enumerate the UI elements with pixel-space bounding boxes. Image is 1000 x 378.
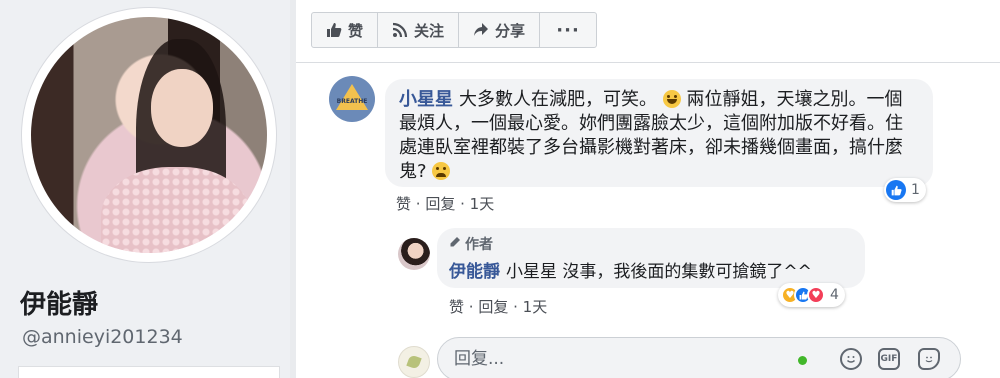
like-button[interactable]: 赞 xyxy=(312,13,379,47)
comment-author[interactable]: 小星星 xyxy=(399,89,453,110)
more-options-button[interactable]: ··· xyxy=(540,13,596,47)
gif-icon[interactable]: GIF xyxy=(878,348,900,370)
reply-bubble: 作者 伊能靜 小星星 沒事，我後面的集數可搶鏡了^^ xyxy=(437,228,865,288)
author-badge-label: 作者 xyxy=(465,237,493,253)
reply-content: 伊能靜 小星星 沒事，我後面的集數可搶鏡了^^ xyxy=(449,257,853,282)
profile-photo[interactable] xyxy=(31,17,267,253)
share-button-label: 分享 xyxy=(495,21,526,40)
comment-meta: 赞 · 回复 · 1天 xyxy=(396,195,495,213)
page-action-bar: 赞 关注 分享 ··· xyxy=(311,12,598,48)
comment-reply-link[interactable]: 回复 xyxy=(425,195,455,213)
reply-author-avatar[interactable] xyxy=(398,238,430,270)
comment-timestamp[interactable]: 1天 xyxy=(470,195,495,213)
profile-handle: @annieyi201234 xyxy=(22,326,183,348)
profile-name: 伊能靜 xyxy=(20,290,99,320)
profile-menu-box xyxy=(18,366,280,378)
comment-text-part1: 大多數人在減肥，可笑。 xyxy=(459,89,657,110)
reply-input[interactable] xyxy=(454,346,754,372)
reply-author[interactable]: 伊能靜 xyxy=(449,262,500,282)
pencil-icon xyxy=(449,236,461,252)
commenter-avatar[interactable]: BREATHE xyxy=(329,76,375,122)
share-arrow-icon xyxy=(473,22,489,38)
rss-icon xyxy=(392,22,408,38)
comment-reaction-count: 1 xyxy=(911,182,920,198)
like-button-label: 赞 xyxy=(348,21,364,40)
reply-like-link[interactable]: 赞 xyxy=(449,298,464,316)
thumbs-up-icon xyxy=(326,22,342,38)
like-reaction-icon xyxy=(886,180,906,200)
reply-text: 小星星 沒事，我後面的集數可搶鏡了^^ xyxy=(506,262,812,282)
page: 伊能靜 @annieyi201234 赞 关注 分享 ··· BREATHE 小… xyxy=(0,0,1000,378)
share-button[interactable]: 分享 xyxy=(459,13,541,47)
reply-timestamp[interactable]: 1天 xyxy=(523,298,548,316)
reply-reaction-count: 4 xyxy=(830,287,839,303)
avatar-logo-text: BREATHE xyxy=(336,98,368,105)
profile-column: 伊能靜 @annieyi201234 xyxy=(0,0,290,378)
follow-button[interactable]: 关注 xyxy=(378,13,460,47)
reply-reply-link[interactable]: 回复 xyxy=(478,298,508,316)
grinning-emoji-icon xyxy=(662,90,681,108)
reply-meta: 赞 · 回复 · 1天 xyxy=(449,298,548,316)
comment-reactions[interactable]: 1 xyxy=(884,178,926,202)
reply-input-box: GIF xyxy=(437,337,961,378)
comment-bubble: 小星星 大多數人在減肥，可笑。 兩位靜姐，天壤之別。一個最煩人，一個最心愛。妳們團… xyxy=(385,79,933,187)
follow-button-label: 关注 xyxy=(414,21,445,40)
emoji-picker-icon[interactable] xyxy=(840,348,862,370)
reply-reactions[interactable]: ♥ ♥ 4 xyxy=(778,283,845,307)
current-user-avatar xyxy=(398,346,430,378)
sticker-icon[interactable] xyxy=(918,348,940,370)
author-badge: 作者 xyxy=(449,234,853,254)
divider xyxy=(296,62,1000,63)
online-status-icon xyxy=(798,356,807,365)
love-reaction-icon: ♥ xyxy=(807,286,825,304)
frowning-emoji-icon xyxy=(432,162,451,180)
comment-like-link[interactable]: 赞 xyxy=(396,195,411,213)
